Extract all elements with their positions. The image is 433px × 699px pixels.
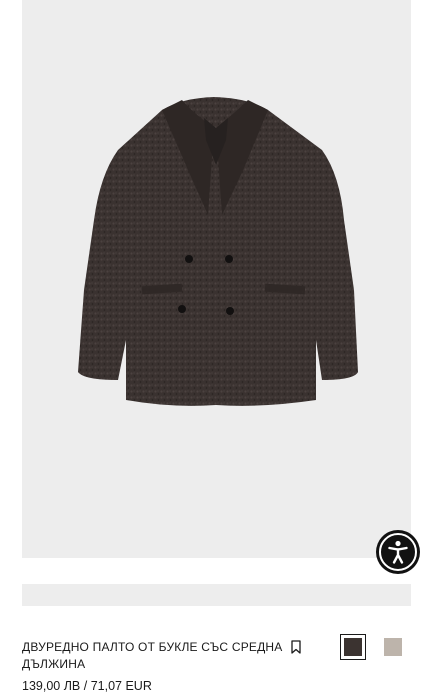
accessibility-person-icon xyxy=(379,533,417,571)
price-eur: 71,07 EUR xyxy=(90,679,152,693)
product-name[interactable]: ДВУРЕДНО ПАЛТО ОТ БУКЛЕ СЪС СРЕДНА ДЪЛЖИ… xyxy=(22,639,284,673)
color-swatch-beige[interactable] xyxy=(380,634,406,660)
product-image[interactable] xyxy=(22,0,411,558)
bookmark-icon[interactable] xyxy=(290,640,302,654)
accessibility-button[interactable] xyxy=(376,530,420,574)
coat-image xyxy=(78,97,358,406)
swatch-chip xyxy=(384,638,402,656)
price-bgn: 139,00 ЛВ xyxy=(22,679,81,693)
price: 139,00 ЛВ / 71,07 EUR xyxy=(22,678,152,694)
swatch-chip xyxy=(344,638,362,656)
next-product-image[interactable] xyxy=(22,584,411,606)
color-swatch-dark-brown[interactable] xyxy=(340,634,366,660)
price-separator: / xyxy=(83,679,88,693)
